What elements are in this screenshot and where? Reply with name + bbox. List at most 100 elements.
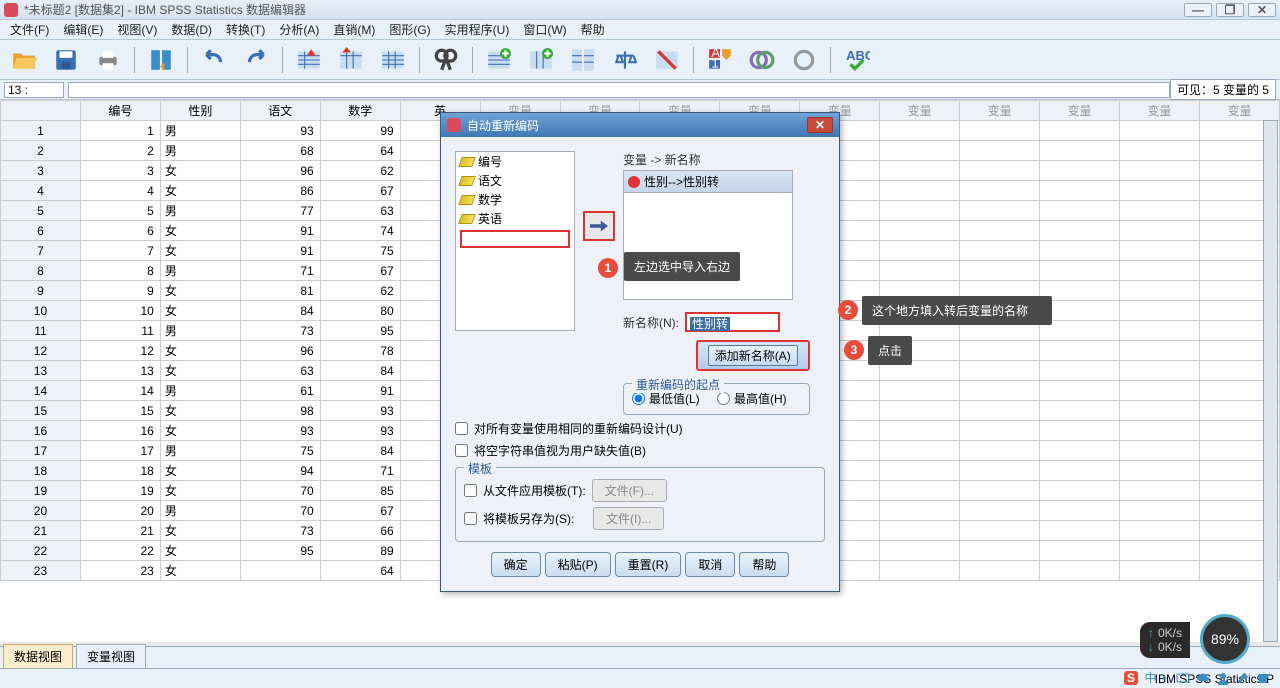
empty-cell[interactable]: [880, 161, 960, 181]
row-header[interactable]: 14: [1, 381, 81, 401]
empty-cell[interactable]: [1119, 501, 1199, 521]
menu-帮助[interactable]: 帮助: [575, 19, 611, 40]
menu-分析(A)[interactable]: 分析(A): [273, 19, 325, 40]
cell[interactable]: 93: [320, 401, 400, 421]
empty-cell[interactable]: [960, 521, 1040, 541]
cell[interactable]: 13: [80, 361, 160, 381]
value-labels-icon[interactable]: A1: [704, 45, 736, 75]
empty-column[interactable]: 变量: [1199, 101, 1279, 121]
empty-cell[interactable]: [1040, 241, 1120, 261]
print-icon[interactable]: [92, 45, 124, 75]
cell[interactable]: 67: [320, 501, 400, 521]
menu-数据(D)[interactable]: 数据(D): [165, 19, 218, 40]
cell[interactable]: 73: [240, 521, 320, 541]
cell[interactable]: 18: [80, 461, 160, 481]
empty-cell[interactable]: [1040, 361, 1120, 381]
empty-cell[interactable]: [960, 421, 1040, 441]
weight-cases-icon[interactable]: [609, 45, 641, 75]
empty-cell[interactable]: [1040, 121, 1120, 141]
file-button-1[interactable]: 文件(F)...: [592, 479, 667, 502]
empty-cell[interactable]: [880, 121, 960, 141]
tool-icon[interactable]: [1236, 671, 1250, 685]
empty-cell[interactable]: [960, 361, 1040, 381]
empty-cell[interactable]: [880, 241, 960, 261]
split-file-icon[interactable]: [567, 45, 599, 75]
cell[interactable]: 73: [240, 321, 320, 341]
column-header[interactable]: 语文: [240, 101, 320, 121]
ime-icon[interactable]: 中: [1144, 669, 1156, 686]
empty-cell[interactable]: [1040, 561, 1120, 581]
redo-icon[interactable]: [240, 45, 272, 75]
insert-case-icon[interactable]: [483, 45, 515, 75]
empty-cell[interactable]: [1040, 541, 1120, 561]
target-item[interactable]: 性别-->性别转: [624, 171, 792, 193]
move-right-button[interactable]: [583, 211, 615, 241]
menu-文件(F)[interactable]: 文件(F): [4, 19, 55, 40]
cell[interactable]: 75: [240, 441, 320, 461]
cell[interactable]: 75: [320, 241, 400, 261]
empty-cell[interactable]: [1119, 421, 1199, 441]
cancel-button[interactable]: 取消: [685, 552, 735, 577]
cell[interactable]: 3: [80, 161, 160, 181]
cell[interactable]: 14: [80, 381, 160, 401]
cell-reference[interactable]: 13 :: [4, 82, 64, 98]
empty-cell[interactable]: [1119, 161, 1199, 181]
cell[interactable]: 95: [320, 321, 400, 341]
empty-cell[interactable]: [960, 241, 1040, 261]
tab-variable-view[interactable]: 变量视图: [76, 644, 146, 668]
newname-input[interactable]: 性别转: [685, 312, 780, 332]
empty-cell[interactable]: [1119, 281, 1199, 301]
cell[interactable]: 23: [80, 561, 160, 581]
cell[interactable]: 女: [160, 561, 240, 581]
cell[interactable]: 93: [320, 421, 400, 441]
empty-cell[interactable]: [960, 121, 1040, 141]
cell[interactable]: 女: [160, 281, 240, 301]
empty-column[interactable]: 变量: [1040, 101, 1120, 121]
find-icon[interactable]: [430, 45, 462, 75]
cell[interactable]: 男: [160, 441, 240, 461]
menu-转换(T)[interactable]: 转换(T): [220, 19, 271, 40]
row-header[interactable]: 5: [1, 201, 81, 221]
row-header[interactable]: 11: [1, 321, 81, 341]
empty-cell[interactable]: [960, 141, 1040, 161]
column-header[interactable]: 数学: [320, 101, 400, 121]
empty-cell[interactable]: [960, 161, 1040, 181]
dialog-titlebar[interactable]: 自动重新编码 ✕: [441, 113, 839, 137]
row-header[interactable]: 7: [1, 241, 81, 261]
cell[interactable]: 93: [240, 121, 320, 141]
undo-icon[interactable]: [198, 45, 230, 75]
cell[interactable]: 66: [320, 521, 400, 541]
row-header[interactable]: 9: [1, 281, 81, 301]
cell[interactable]: 女: [160, 481, 240, 501]
cell[interactable]: 70: [240, 501, 320, 521]
cell[interactable]: 96: [240, 341, 320, 361]
cell[interactable]: 93: [240, 421, 320, 441]
add-newname-button[interactable]: 添加新名称(A): [696, 340, 810, 371]
empty-cell[interactable]: [1119, 401, 1199, 421]
minimize-button[interactable]: —: [1184, 3, 1212, 17]
show-all-icon[interactable]: [788, 45, 820, 75]
cell[interactable]: 20: [80, 501, 160, 521]
source-item[interactable]: 语文: [456, 171, 574, 190]
source-item[interactable]: 数学: [456, 190, 574, 209]
cell[interactable]: 8: [80, 261, 160, 281]
cell[interactable]: 91: [240, 241, 320, 261]
source-item[interactable]: 编号: [456, 152, 574, 171]
cell[interactable]: 女: [160, 341, 240, 361]
empty-cell[interactable]: [960, 441, 1040, 461]
cell[interactable]: 2: [80, 141, 160, 161]
cell[interactable]: 98: [240, 401, 320, 421]
cell[interactable]: 61: [240, 381, 320, 401]
empty-cell[interactable]: [880, 501, 960, 521]
select-cases-icon[interactable]: [651, 45, 683, 75]
cell[interactable]: 62: [320, 161, 400, 181]
empty-cell[interactable]: [1119, 441, 1199, 461]
recall-dialog-icon[interactable]: [145, 45, 177, 75]
empty-cell[interactable]: [880, 441, 960, 461]
menu-编辑(E)[interactable]: 编辑(E): [57, 19, 109, 40]
file-button-2[interactable]: 文件(I)...: [593, 507, 664, 530]
empty-cell[interactable]: [1040, 381, 1120, 401]
variables-icon[interactable]: [377, 45, 409, 75]
cell[interactable]: 22: [80, 541, 160, 561]
row-header[interactable]: 1: [1, 121, 81, 141]
